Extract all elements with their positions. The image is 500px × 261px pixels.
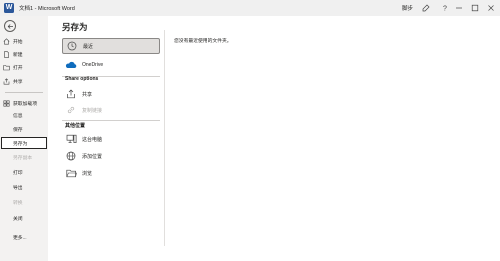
back-arrow-icon[interactable] — [4, 20, 16, 32]
backstage-sidebar: 开始 新建 打开 共享 获取加载项 信息 保存 另存为 另存副本 打印 导出 转… — [0, 16, 48, 261]
share-icon — [64, 87, 78, 101]
nav-export[interactable]: 导出 — [13, 184, 23, 191]
nav-home[interactable]: 开始 — [3, 36, 23, 46]
location-browse-label: 浏览 — [82, 170, 93, 177]
nav-share[interactable]: 共享 — [3, 76, 23, 86]
location-recent[interactable]: 最近 — [62, 38, 160, 54]
section-divider — [62, 120, 160, 121]
link-icon — [64, 103, 78, 117]
location-this-pc-label: 这台电脑 — [82, 136, 103, 143]
share-options-heading: Share options — [65, 76, 99, 82]
location-recent-label: 最近 — [83, 43, 94, 50]
nav-get-add-ins[interactable]: 获取加载项 — [3, 98, 37, 108]
word-logo-icon: W — [4, 3, 14, 13]
nav-print[interactable]: 打印 — [13, 169, 23, 176]
location-onedrive-label: OneDrive — [82, 62, 104, 68]
minimize-icon[interactable] — [453, 2, 465, 14]
maximize-icon[interactable] — [469, 2, 481, 14]
feedback-icon[interactable] — [420, 2, 432, 14]
browse-folder-icon — [64, 166, 78, 180]
nav-new[interactable]: 新建 — [3, 49, 23, 59]
share-option-copy-link: 复制链接 — [62, 102, 160, 118]
pane-divider — [164, 30, 165, 246]
location-browse[interactable]: 浏览 — [62, 165, 160, 181]
nav-share-label: 共享 — [13, 79, 23, 85]
location-add-place[interactable]: 添加位置 — [62, 148, 160, 164]
share-option-share[interactable]: 共享 — [62, 86, 160, 102]
clock-icon — [65, 39, 79, 53]
no-recent-folders-message: 您没有最近使用的文件夹。 — [174, 39, 232, 44]
nav-save-as[interactable]: 另存为 — [13, 140, 27, 147]
location-this-pc[interactable]: 这台电脑 — [62, 131, 160, 147]
nav-info[interactable]: 信息 — [13, 112, 23, 119]
help-icon[interactable]: ? — [439, 2, 451, 14]
share-option-share-label: 共享 — [82, 91, 93, 98]
nav-close[interactable]: 关闭 — [13, 215, 23, 222]
nav-save-copy: 另存副本 — [13, 156, 33, 161]
share-icon — [3, 77, 10, 84]
add-location-globe-icon — [64, 149, 78, 163]
nav-more[interactable]: 更多... — [13, 234, 27, 241]
nav-get-add-ins-label: 获取加载项 — [13, 101, 37, 107]
this-pc-icon — [64, 132, 78, 146]
svg-text:?: ? — [443, 6, 447, 13]
title-bar: W 文档1 - Microsoft Word 脚步 ? — [0, 0, 500, 16]
new-document-icon — [4, 50, 9, 58]
other-locations-heading: 其他位置 — [65, 123, 86, 129]
close-icon[interactable] — [485, 2, 497, 14]
share-option-copy-link-label: 复制链接 — [82, 107, 103, 114]
nav-open-label: 打开 — [13, 65, 23, 71]
location-onedrive[interactable]: OneDrive — [62, 57, 160, 73]
sidebar-divider — [5, 92, 43, 93]
onedrive-cloud-icon — [64, 58, 78, 72]
open-folder-icon — [3, 64, 10, 70]
nav-home-label: 开始 — [13, 39, 23, 45]
page-title: 另存为 — [62, 22, 88, 32]
nav-transform: 转换 — [13, 201, 23, 206]
nav-new-label: 新建 — [13, 52, 23, 58]
location-add-place-label: 添加位置 — [82, 153, 103, 160]
nav-open[interactable]: 打开 — [3, 62, 23, 72]
home-icon — [3, 37, 10, 44]
window-title: 文档1 - Microsoft Word — [19, 6, 75, 12]
nav-save[interactable]: 保存 — [13, 126, 23, 133]
add-ins-icon — [3, 100, 10, 107]
user-name[interactable]: 脚步 — [402, 4, 413, 12]
